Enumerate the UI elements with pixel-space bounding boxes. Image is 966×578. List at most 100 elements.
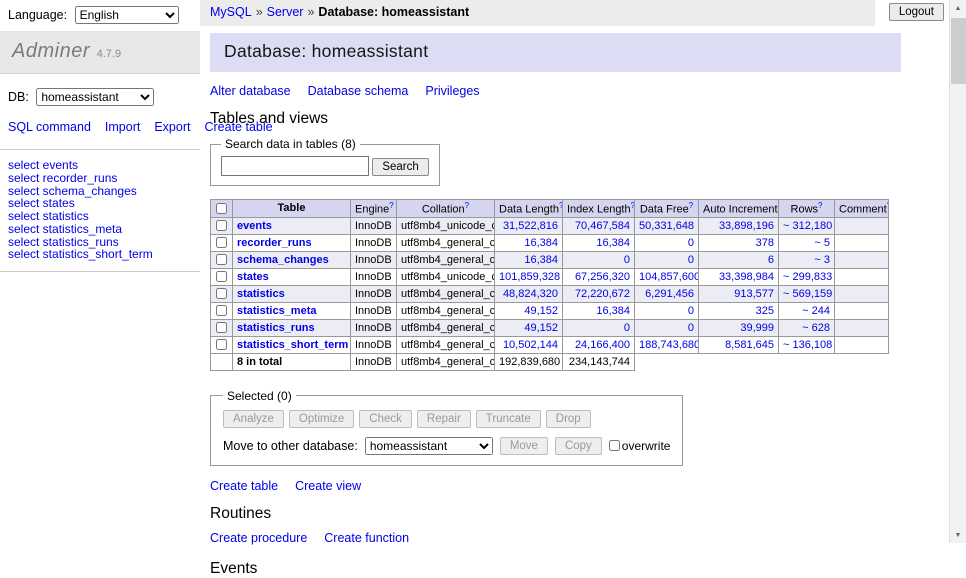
move-button[interactable]: Move: [500, 437, 548, 455]
action-link-privileges[interactable]: Privileges: [425, 84, 479, 98]
search-input[interactable]: [221, 156, 369, 176]
table-link-events[interactable]: events: [237, 220, 272, 232]
statistics_meta-auto-increment-link[interactable]: 325: [756, 305, 774, 317]
overwrite-checkbox[interactable]: [609, 440, 620, 451]
states-data-free-link[interactable]: 104,857,600: [639, 271, 699, 283]
optimize-button[interactable]: Optimize: [289, 410, 354, 428]
sidebar-table-select-statistics[interactable]: select statistics: [8, 210, 192, 223]
select-all-checkbox[interactable]: [216, 203, 227, 214]
cell-data-free: 0: [635, 302, 699, 319]
table-link-statistics_runs[interactable]: statistics_runs: [237, 322, 315, 334]
states-rows-link[interactable]: ~ 299,833: [783, 271, 832, 283]
vertical-scrollbar[interactable]: ▲ ▼: [949, 0, 966, 543]
statistics_runs-data-length-link[interactable]: 49,152: [524, 322, 558, 334]
events-data-free-link[interactable]: 50,331,648: [639, 220, 694, 232]
move-db-select[interactable]: homeassistant: [365, 437, 493, 455]
db-select[interactable]: homeassistant: [36, 88, 154, 106]
statistics_runs-rows-link[interactable]: ~ 628: [802, 322, 830, 334]
analyze-button[interactable]: Analyze: [223, 410, 284, 428]
breadcrumb-server-link[interactable]: Server: [267, 5, 304, 19]
help-link-engine[interactable]: ?: [389, 201, 393, 210]
drop-button[interactable]: Drop: [546, 410, 591, 428]
events-rows-link[interactable]: ~ 312,180: [783, 220, 832, 232]
statistics_runs-index-length-link[interactable]: 0: [624, 322, 630, 334]
help-link-data-length[interactable]: ?: [559, 201, 563, 210]
statistics-data-length-link[interactable]: 48,824,320: [503, 288, 558, 300]
row-checkbox-statistics_runs[interactable]: [216, 322, 227, 333]
recorder_runs-auto-increment-link[interactable]: 378: [756, 237, 774, 249]
table-link-states[interactable]: states: [237, 271, 269, 283]
repair-button[interactable]: Repair: [417, 410, 471, 428]
table-link-schema_changes[interactable]: schema_changes: [237, 254, 329, 266]
statistics_short_term-data-free-link[interactable]: 188,743,680: [639, 339, 699, 351]
copy-button[interactable]: Copy: [555, 437, 602, 455]
help-link-index-length[interactable]: ?: [631, 201, 635, 210]
table-link-statistics_short_term[interactable]: statistics_short_term: [237, 339, 348, 351]
states-index-length-link[interactable]: 67,256,320: [575, 271, 630, 283]
statistics_short_term-data-length-link[interactable]: 10,502,144: [503, 339, 558, 351]
statistics_runs-data-free-link[interactable]: 0: [688, 322, 694, 334]
sidebar-link-sql-command[interactable]: SQL command: [8, 120, 91, 134]
row-checkbox-schema_changes[interactable]: [216, 254, 227, 265]
cell-comment: [835, 268, 889, 285]
sidebar-table-select-statistics_short_term[interactable]: select statistics_short_term: [8, 248, 192, 261]
truncate-button[interactable]: Truncate: [476, 410, 541, 428]
schema_changes-auto-increment-link[interactable]: 6: [768, 254, 774, 266]
sidebar-table-select-recorder_runs[interactable]: select recorder_runs: [8, 172, 192, 185]
table-link-statistics_meta[interactable]: statistics_meta: [237, 305, 317, 317]
statistics_meta-rows-link[interactable]: ~ 244: [802, 305, 830, 317]
row-checkbox-events[interactable]: [216, 220, 227, 231]
events-index-length-link[interactable]: 70,467,584: [575, 220, 630, 232]
check-button[interactable]: Check: [359, 410, 412, 428]
statistics_meta-data-free-link[interactable]: 0: [688, 305, 694, 317]
sidebar-link-import[interactable]: Import: [105, 120, 140, 134]
action-link-database-schema[interactable]: Database schema: [308, 84, 409, 98]
row-checkbox-states[interactable]: [216, 271, 227, 282]
statistics_short_term-rows-link[interactable]: ~ 136,108: [783, 339, 832, 351]
language-select[interactable]: English: [75, 6, 179, 24]
create-link-create-table[interactable]: Create table: [210, 479, 278, 493]
table-link-recorder_runs[interactable]: recorder_runs: [237, 237, 312, 249]
action-link-alter-database[interactable]: Alter database: [210, 84, 291, 98]
states-auto-increment-link[interactable]: 33,398,984: [719, 271, 774, 283]
statistics_short_term-index-length-link[interactable]: 24,166,400: [575, 339, 630, 351]
schema_changes-index-length-link[interactable]: 0: [624, 254, 630, 266]
recorder_runs-index-length-link[interactable]: 16,384: [596, 237, 630, 249]
create-link-create-view[interactable]: Create view: [295, 479, 361, 493]
events-auto-increment-link[interactable]: 33,898,196: [719, 220, 774, 232]
row-checkbox-recorder_runs[interactable]: [216, 237, 227, 248]
row-checkbox-statistics_meta[interactable]: [216, 305, 227, 316]
scroll-down-icon[interactable]: ▼: [950, 527, 966, 543]
statistics_meta-index-length-link[interactable]: 16,384: [596, 305, 630, 317]
recorder_runs-rows-link[interactable]: ~ 5: [814, 237, 830, 249]
statistics-rows-link[interactable]: ~ 569,159: [783, 288, 832, 300]
statistics_meta-data-length-link[interactable]: 49,152: [524, 305, 558, 317]
schema_changes-data-length-link[interactable]: 16,384: [524, 254, 558, 266]
statistics-data-free-link[interactable]: 6,291,456: [645, 288, 694, 300]
states-data-length-link[interactable]: 101,859,328: [499, 271, 560, 283]
search-button[interactable]: Search: [372, 158, 428, 176]
recorder_runs-data-length-link[interactable]: 16,384: [524, 237, 558, 249]
breadcrumb-mysql-link[interactable]: MySQL: [210, 5, 252, 19]
statistics-auto-increment-link[interactable]: 913,577: [734, 288, 774, 300]
help-link-data-free[interactable]: ?: [689, 201, 693, 210]
schema_changes-data-free-link[interactable]: 0: [688, 254, 694, 266]
recorder_runs-data-free-link[interactable]: 0: [688, 237, 694, 249]
help-link-comment[interactable]: ?: [887, 201, 889, 210]
table-link-statistics[interactable]: statistics: [237, 288, 285, 300]
statistics-index-length-link[interactable]: 72,220,672: [575, 288, 630, 300]
sidebar-link-export[interactable]: Export: [154, 120, 190, 134]
row-checkbox-statistics_short_term[interactable]: [216, 339, 227, 350]
adminer-logo-link[interactable]: Adminer: [12, 40, 90, 62]
scroll-up-icon[interactable]: ▲: [950, 0, 966, 16]
schema_changes-rows-link[interactable]: ~ 3: [814, 254, 830, 266]
help-link-rows[interactable]: ?: [818, 201, 822, 210]
logout-button[interactable]: Logout: [889, 3, 944, 21]
row-checkbox-statistics[interactable]: [216, 288, 227, 299]
statistics_runs-auto-increment-link[interactable]: 39,999: [740, 322, 774, 334]
sidebar-table-select-statistics_meta[interactable]: select statistics_meta: [8, 223, 192, 236]
events-data-length-link[interactable]: 31,522,816: [503, 220, 558, 232]
help-link-collation[interactable]: ?: [465, 201, 469, 210]
scrollbar-thumb[interactable]: [951, 18, 966, 84]
statistics_short_term-auto-increment-link[interactable]: 8,581,645: [725, 339, 774, 351]
